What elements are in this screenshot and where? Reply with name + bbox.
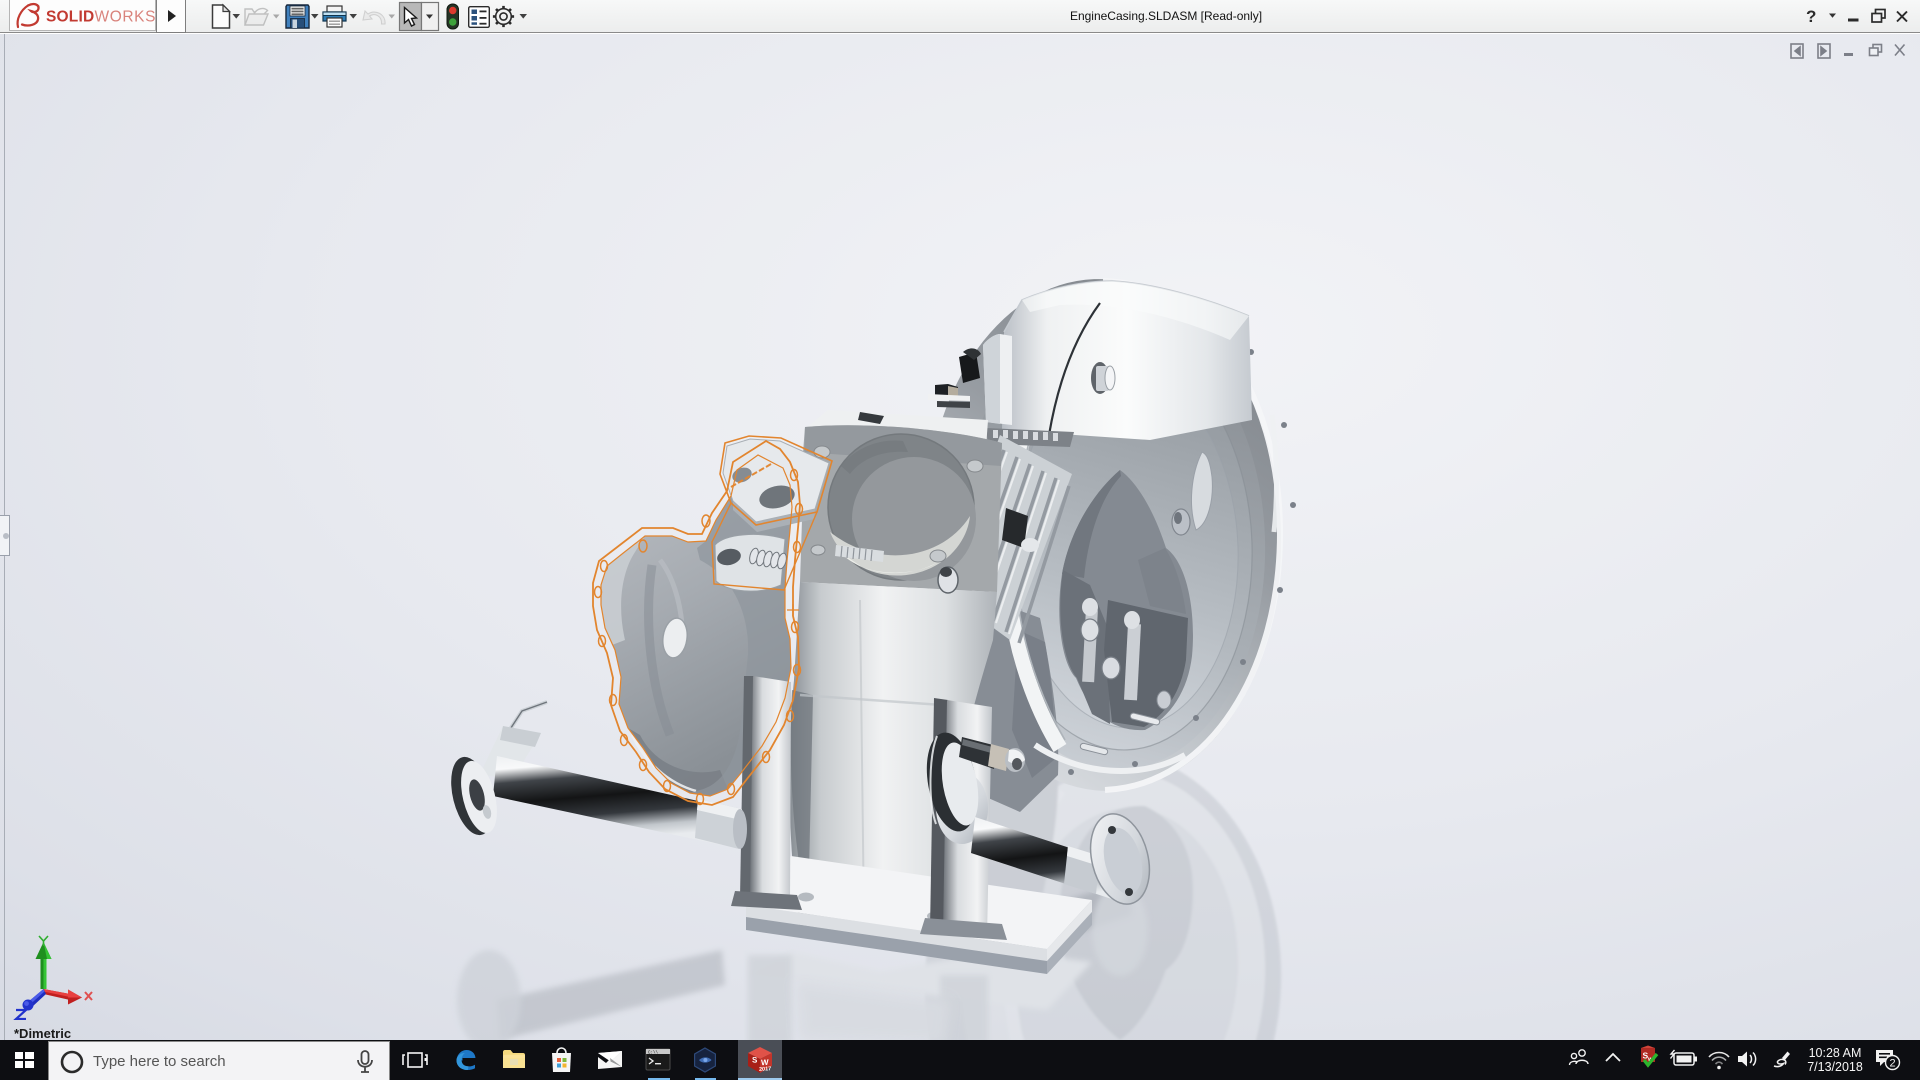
svg-text:10:28 AM: 10:28 AM <box>1809 1046 1862 1060</box>
svg-text:2017: 2017 <box>759 1066 771 1073</box>
svg-text:?: ? <box>1806 7 1816 26</box>
svg-text:7/13/2018: 7/13/2018 <box>1807 1060 1863 1074</box>
svg-text:S: S <box>752 1055 758 1064</box>
svg-text:2: 2 <box>1889 1058 1895 1070</box>
svg-text:C:\\: C:\\ <box>648 1050 659 1055</box>
